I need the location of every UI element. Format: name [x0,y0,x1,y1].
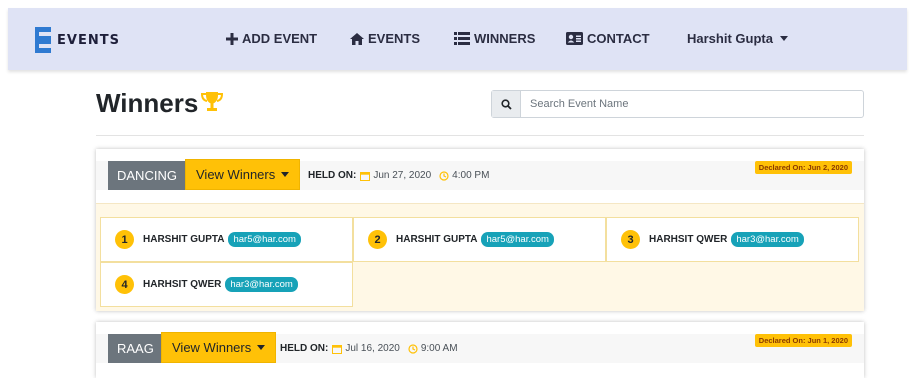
held-on-info: HELD ON: Jul 16, 2020 9:00 AM [280,343,458,354]
events-logo-icon [35,27,51,53]
search-input[interactable] [521,91,863,117]
nav-events-label: EVENTS [368,31,421,46]
declared-on-badge: Declared On: Jun 1, 2020 [754,334,852,347]
search-bar [491,90,864,118]
event-date: Jun 27, 2020 [373,170,432,181]
rank-badge: 1 [115,230,134,249]
nav-events[interactable]: EVENTS [350,31,420,46]
nav-winners[interactable]: WINNERS [454,31,535,46]
search-icon [500,98,512,110]
winner-email: har5@har.com [481,232,554,247]
event-time: 9:00 AM [420,343,458,354]
winner-item: 3 HARHSIT QWER har3@har.com [606,217,859,262]
category-badge: RAAG [108,334,163,363]
nav-add-event[interactable]: ADD EVENT [226,31,317,46]
search-button[interactable] [492,91,521,117]
view-winners-button[interactable]: View Winners [185,159,301,190]
user-menu-dropdown[interactable]: Harshit Gupta [687,31,788,46]
clock-icon [408,343,418,354]
header-divider [96,135,864,136]
winner-name: HARHSIT QWER [649,234,728,245]
nav-contact[interactable]: CONTACT [566,31,650,46]
rank-badge: 3 [621,230,640,249]
rank-badge: 2 [368,230,387,249]
page-title: Winners [96,88,224,119]
list-icon [454,32,470,45]
brand-link[interactable]: EVENTS [35,27,120,53]
winner-name: HARSHIT GUPTA [143,234,225,245]
caret-down-icon [779,36,788,41]
brand-name: EVENTS [57,32,120,48]
view-winners-button[interactable]: View Winners [161,332,277,363]
declared-on-badge: Declared On: Jun 2, 2020 [754,161,852,174]
rank-badge: 4 [115,275,134,294]
event-card: RAAG View Winners HELD ON: Jul 16, 2020 … [96,322,864,378]
winner-item: 1 HARSHIT GUPTA har5@har.com [100,217,353,262]
held-on-info: HELD ON: Jun 27, 2020 4:00 PM [308,170,489,181]
held-on-label: HELD ON: [308,170,357,181]
winner-item: 2 HARSHIT GUPTA har5@har.com [353,217,606,262]
winner-email: har3@har.com [225,277,298,292]
plus-icon [226,32,238,45]
trophy-icon [201,91,224,111]
home-icon [350,32,364,45]
held-on-label: HELD ON: [280,343,329,354]
view-winners-label: View Winners [172,340,252,355]
caret-down-icon [281,172,290,177]
winner-item: 4 HARHSIT QWER har3@har.com [100,262,353,307]
calendar-icon [332,344,343,354]
navbar: EVENTS ADD EVENT EVENTS WINNERS CONTACT … [8,8,907,70]
event-date: Jul 16, 2020 [345,343,400,354]
page-title-text: Winners [96,88,199,118]
clock-icon [439,170,449,181]
winner-email: har5@har.com [228,232,301,247]
address-card-icon [566,32,583,45]
user-name: Harshit Gupta [687,31,773,46]
caret-down-icon [257,345,266,350]
category-badge: DANCING [108,161,186,190]
event-card-header: DANCING View Winners HELD ON: Jun 27, 20… [96,149,864,205]
winners-list: 1 HARSHIT GUPTA har5@har.com 2 HARSHIT G… [96,203,864,311]
winner-name: HARSHIT GUPTA [396,234,478,245]
event-time: 4:00 PM [452,170,490,181]
view-winners-label: View Winners [196,167,276,182]
winner-name: HARHSIT QWER [143,279,222,290]
winner-email: har3@har.com [731,232,804,247]
event-card-header: RAAG View Winners HELD ON: Jul 16, 2020 … [96,322,864,378]
nav-add-event-label: ADD EVENT [242,31,318,46]
nav-winners-label: WINNERS [474,31,536,46]
nav-contact-label: CONTACT [587,31,650,46]
calendar-icon [360,171,371,181]
event-card: DANCING View Winners HELD ON: Jun 27, 20… [96,149,864,311]
